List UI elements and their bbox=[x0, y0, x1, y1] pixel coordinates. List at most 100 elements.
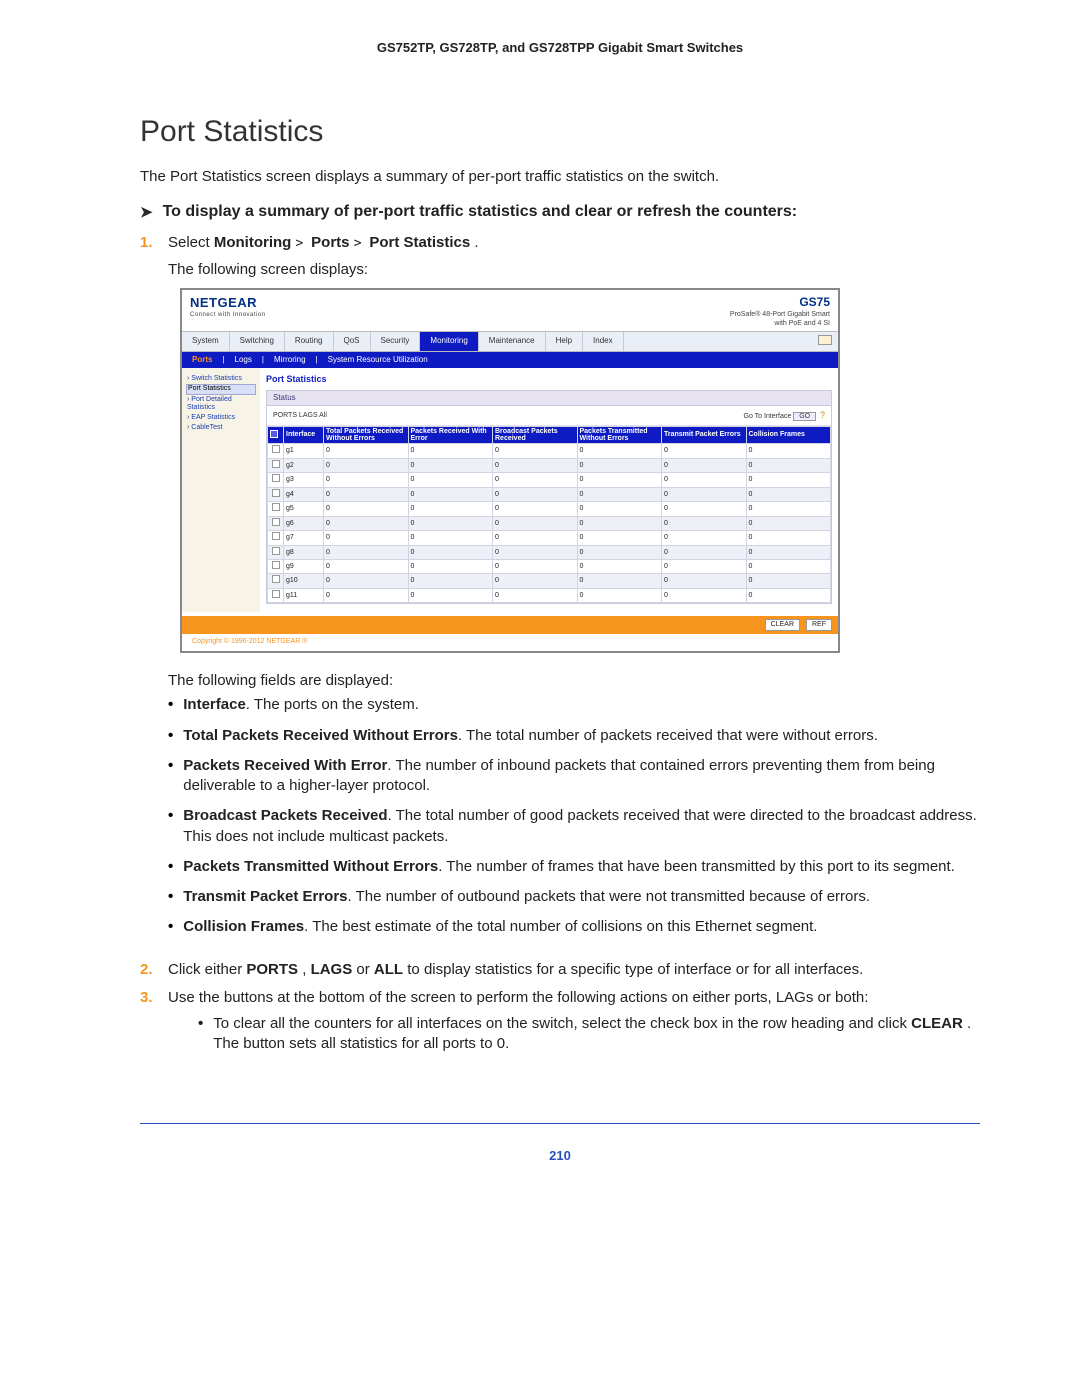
cell: g5 bbox=[284, 502, 324, 516]
column-header: Packets Transmitted Without Errors bbox=[577, 426, 662, 444]
cell: 0 bbox=[746, 473, 831, 487]
cell: 0 bbox=[577, 559, 662, 573]
field-item: •Total Packets Received Without Errors. … bbox=[168, 726, 980, 746]
row-checkbox[interactable] bbox=[268, 473, 284, 487]
cell: 0 bbox=[493, 531, 578, 545]
row-checkbox[interactable] bbox=[268, 516, 284, 530]
cell: 0 bbox=[493, 487, 578, 501]
row-checkbox[interactable] bbox=[268, 588, 284, 602]
cell: 0 bbox=[493, 473, 578, 487]
step-body: Use the buttons at the bottom of the scr… bbox=[168, 988, 980, 1063]
help-icon[interactable]: ? bbox=[820, 410, 825, 420]
tab-help[interactable]: Help bbox=[546, 332, 583, 351]
cell: 0 bbox=[662, 458, 747, 472]
subtab-logs[interactable]: Logs bbox=[235, 355, 252, 366]
cell: 0 bbox=[408, 473, 493, 487]
sidebar: › Switch Statistics Port Statistics › Port… bbox=[182, 368, 260, 612]
goto-label: Go To Interface bbox=[744, 413, 792, 420]
cell: 0 bbox=[662, 545, 747, 559]
tab-qos[interactable]: QoS bbox=[334, 332, 371, 351]
cell: 0 bbox=[324, 458, 409, 472]
field-item: •Broadcast Packets Received. The total n… bbox=[168, 806, 980, 847]
cell: 0 bbox=[577, 531, 662, 545]
cell: 0 bbox=[662, 574, 747, 588]
cell: 0 bbox=[324, 502, 409, 516]
row-checkbox[interactable] bbox=[268, 559, 284, 573]
field-item: •Packets Transmitted Without Errors. The… bbox=[168, 857, 980, 877]
table-row: g10000000 bbox=[268, 574, 831, 588]
row-checkbox[interactable] bbox=[268, 458, 284, 472]
field-item: •Collision Frames. The best estimate of … bbox=[168, 917, 980, 937]
cell: 0 bbox=[493, 574, 578, 588]
copyright-text: Copyright © 1996-2012 NETGEAR ® bbox=[182, 634, 838, 651]
sidebar-item-port-statistics[interactable]: Port Statistics bbox=[187, 385, 255, 393]
cell: 0 bbox=[577, 574, 662, 588]
bullet-icon: • bbox=[168, 695, 173, 715]
subtab-ports[interactable]: Ports bbox=[192, 355, 212, 366]
cell: 0 bbox=[746, 531, 831, 545]
row-checkbox[interactable] bbox=[268, 502, 284, 516]
page-number: 210 bbox=[140, 1148, 980, 1163]
netgear-logo: NETGEAR Connect with Innovation bbox=[190, 294, 266, 320]
row-checkbox[interactable] bbox=[268, 574, 284, 588]
go-button[interactable]: GO bbox=[793, 412, 816, 421]
table-row: g3000000 bbox=[268, 473, 831, 487]
sidebar-item-cabletest[interactable]: › CableTest bbox=[187, 424, 255, 432]
cell: 0 bbox=[577, 473, 662, 487]
field-item: •Interface. The ports on the system. bbox=[168, 695, 980, 715]
sidebar-item-switch-statistics[interactable]: › Switch Statistics bbox=[187, 375, 255, 383]
tab-maintenance[interactable]: Maintenance bbox=[479, 332, 546, 351]
cell: g7 bbox=[284, 531, 324, 545]
bullet-icon: • bbox=[198, 1014, 203, 1055]
clear-button-ref: CLEAR bbox=[911, 1015, 963, 1032]
table-row: g8000000 bbox=[268, 545, 831, 559]
row-checkbox[interactable] bbox=[268, 545, 284, 559]
cell: 0 bbox=[324, 531, 409, 545]
cell: 0 bbox=[408, 458, 493, 472]
tab-routing[interactable]: Routing bbox=[285, 332, 334, 351]
logout-icon[interactable] bbox=[818, 335, 832, 345]
tab-monitoring[interactable]: Monitoring bbox=[420, 332, 478, 351]
nav-path-ports: Ports bbox=[311, 234, 349, 251]
cell: 0 bbox=[493, 458, 578, 472]
cell: g4 bbox=[284, 487, 324, 501]
cell: 0 bbox=[746, 444, 831, 458]
subtab-system-resource-utilization[interactable]: System Resource Utilization bbox=[328, 355, 428, 366]
column-header: Collision Frames bbox=[746, 426, 831, 444]
step-body: Select Monitoring > Ports > Port Statist… bbox=[168, 233, 980, 951]
cell: g10 bbox=[284, 574, 324, 588]
cell: 0 bbox=[493, 516, 578, 530]
cell: 0 bbox=[577, 444, 662, 458]
cell: 0 bbox=[662, 444, 747, 458]
field-item: •Packets Received With Error. The number… bbox=[168, 756, 980, 797]
cell: g8 bbox=[284, 545, 324, 559]
procedure-text: To display a summary of per-port traffic… bbox=[163, 203, 798, 221]
step1-followup: The following screen displays: bbox=[168, 260, 980, 280]
bullet-icon: • bbox=[168, 857, 173, 877]
row-checkbox[interactable] bbox=[268, 531, 284, 545]
cell: 0 bbox=[324, 588, 409, 602]
select-all-header[interactable] bbox=[268, 426, 284, 444]
table-row: g7000000 bbox=[268, 531, 831, 545]
tab-security[interactable]: Security bbox=[371, 332, 421, 351]
step-number: 2. bbox=[140, 960, 160, 980]
footer-button-bar: CLEAR REF bbox=[182, 616, 838, 633]
interface-type-filter[interactable]: PORTS LAGS All bbox=[273, 411, 327, 420]
tab-system[interactable]: System bbox=[182, 332, 230, 351]
tab-index[interactable]: Index bbox=[583, 332, 624, 351]
clear-button[interactable]: CLEAR bbox=[765, 619, 800, 630]
field-item: •Transmit Packet Errors. The number of o… bbox=[168, 887, 980, 907]
ref-button[interactable]: REF bbox=[806, 619, 832, 630]
panel-head: Status bbox=[267, 391, 831, 407]
field-term: Transmit Packet Errors bbox=[183, 888, 347, 905]
row-checkbox[interactable] bbox=[268, 444, 284, 458]
row-checkbox[interactable] bbox=[268, 487, 284, 501]
cell: 0 bbox=[746, 559, 831, 573]
cell: 0 bbox=[746, 458, 831, 472]
filter-ports: PORTS bbox=[246, 961, 298, 978]
subtab-mirroring[interactable]: Mirroring bbox=[274, 355, 306, 366]
sidebar-item-port-detailed-statistics[interactable]: › Port Detailed Statistics bbox=[187, 396, 255, 412]
sidebar-item-eap-statistics[interactable]: › EAP Statistics bbox=[187, 414, 255, 422]
table-row: g4000000 bbox=[268, 487, 831, 501]
tab-switching[interactable]: Switching bbox=[230, 332, 285, 351]
